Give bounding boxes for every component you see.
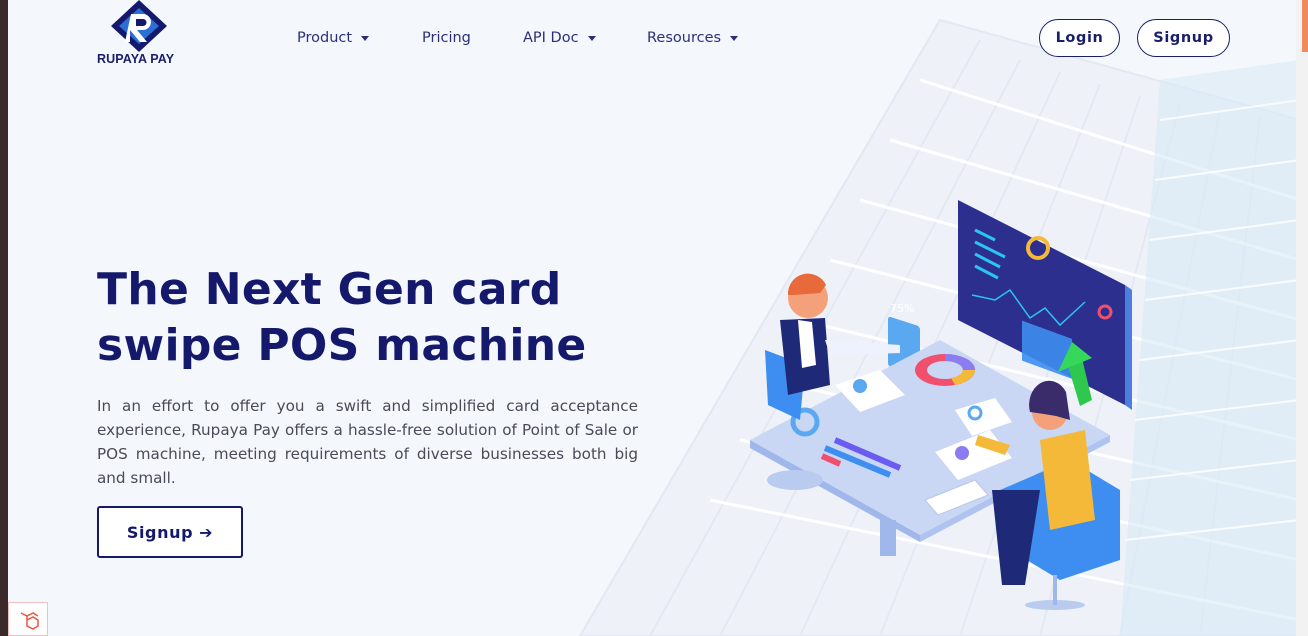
arrow-right-icon: ➔ xyxy=(199,522,214,542)
nav-product-label: Product xyxy=(297,30,353,46)
chevron-down-icon xyxy=(587,36,596,41)
chart-badge-text: 75% xyxy=(890,302,914,315)
nav-api-doc-label: API Doc xyxy=(523,30,579,46)
window-edge-left xyxy=(0,0,8,636)
hero-signup-label: Signup xyxy=(126,522,194,542)
nav-api-doc[interactable]: API Doc xyxy=(523,30,596,46)
brand-name: RUPAYA PAY xyxy=(97,52,175,66)
hero-title: The Next Gen card swipe POS machine xyxy=(97,262,697,374)
debug-widget[interactable] xyxy=(8,602,48,636)
scrollbar[interactable] xyxy=(1296,0,1308,636)
laravel-icon xyxy=(20,612,39,630)
chevron-down-icon xyxy=(361,36,370,41)
meeting-illustration: 75% xyxy=(750,200,1132,610)
hero-signup-button[interactable]: Signup ➔ xyxy=(97,506,243,558)
login-button[interactable]: Login xyxy=(1039,19,1120,57)
nav-pricing-label: Pricing xyxy=(422,30,471,46)
nav-resources[interactable]: Resources xyxy=(647,30,739,46)
scrollbar-thumb[interactable] xyxy=(1302,0,1308,52)
brand-logo[interactable]: RUPAYA PAY xyxy=(97,0,185,70)
nav-pricing[interactable]: Pricing xyxy=(422,30,471,46)
signup-button[interactable]: Signup xyxy=(1137,19,1230,57)
hero-title-line1: The Next Gen card xyxy=(97,264,562,315)
hero-title-line2: swipe POS machine xyxy=(97,320,587,371)
nav-resources-label: Resources xyxy=(647,30,722,46)
nav-product[interactable]: Product xyxy=(297,30,370,46)
chevron-down-icon xyxy=(730,36,739,41)
hero-description: In an effort to offer you a swift and si… xyxy=(97,397,638,487)
rupaya-logo-icon xyxy=(111,0,167,52)
